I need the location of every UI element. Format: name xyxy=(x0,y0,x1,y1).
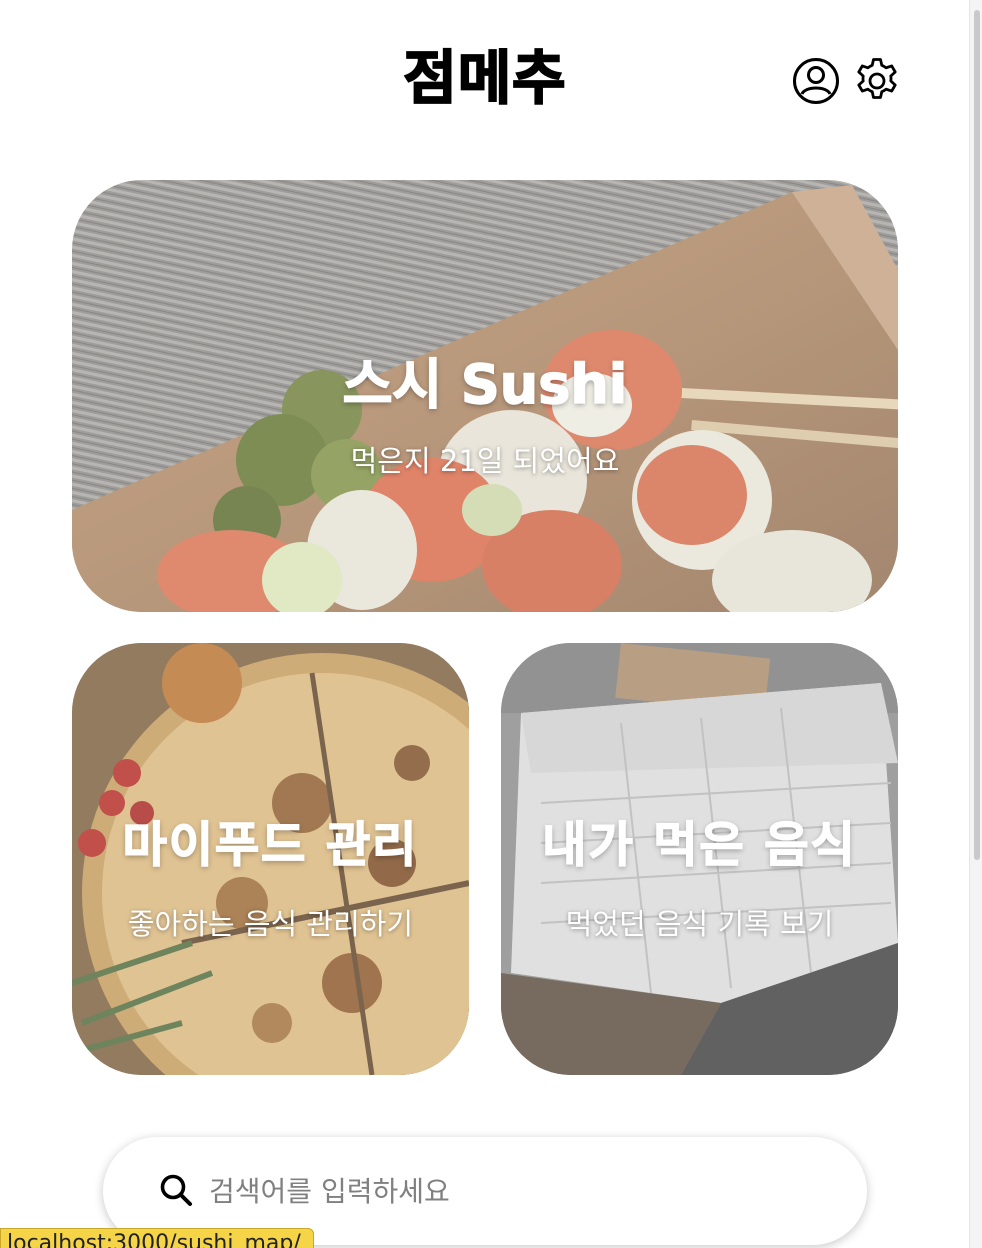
my-food-card[interactable]: 마이푸드 관리 좋아하는 음식 관리하기 xyxy=(72,643,469,1075)
my-food-subtitle: 좋아하는 음식 관리하기 xyxy=(127,907,414,941)
my-food-title: 마이푸드 관리 xyxy=(122,816,419,874)
app-page: 점메추 스시 Sushi 먹은지 21일 되었어요 마이푸드 관리 좋아하는 음… xyxy=(0,0,982,1248)
search-input[interactable] xyxy=(207,1163,811,1219)
scrollbar[interactable] xyxy=(969,0,982,1248)
food-history-subtitle: 먹었던 음식 기록 보기 xyxy=(565,907,834,941)
user-circle-icon[interactable] xyxy=(791,56,841,106)
scrollbar-thumb[interactable] xyxy=(974,10,980,860)
food-history-card[interactable]: 내가 먹은 음식 먹었던 음식 기록 보기 xyxy=(501,643,898,1075)
status-bar-url: localhost:3000/sushi_map/ xyxy=(0,1228,314,1248)
days-since-eaten-text: 먹은지 21일 되었어요 xyxy=(350,444,620,478)
search-icon[interactable] xyxy=(159,1173,193,1207)
gear-icon[interactable] xyxy=(852,56,902,106)
sushi-recommendation-card[interactable]: 스시 Sushi 먹은지 21일 되었어요 xyxy=(72,180,898,612)
food-history-title: 내가 먹은 음식 xyxy=(542,816,857,874)
recommended-food-title: 스시 Sushi xyxy=(342,352,628,417)
